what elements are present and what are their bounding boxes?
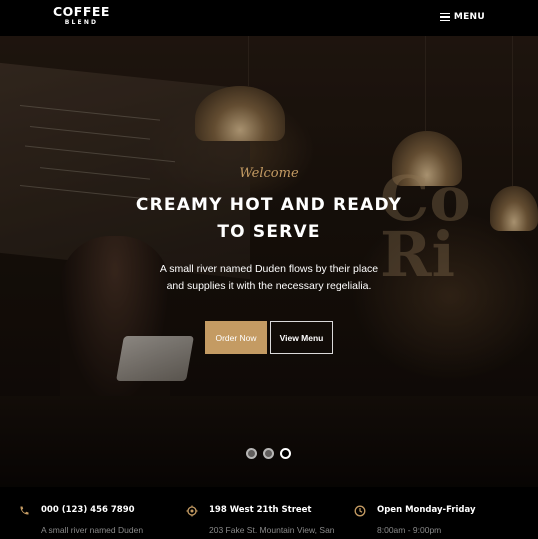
location-icon: [186, 505, 198, 517]
slider-dot-2[interactable]: [263, 448, 274, 459]
slider-dot-3[interactable]: [280, 448, 291, 459]
menu-toggle-button[interactable]: MENU: [439, 12, 485, 22]
hero-subtext-line2: and supplies it with the necessary regel…: [166, 280, 372, 292]
slider-dots: [246, 448, 291, 459]
info-address-desc: 203 Fake St. Mountain View, San: [209, 525, 335, 535]
hero-headline: CREAMY HOT AND READY TO SERVE: [0, 192, 538, 246]
menu-label: MENU: [453, 12, 485, 22]
clock-icon: [354, 505, 366, 517]
info-bar: 000 (123) 456 7890 A small river named D…: [0, 487, 538, 539]
hero-headline-line1: CREAMY HOT AND READY: [135, 195, 403, 215]
info-hours-desc: 8:00am - 9:00pm: [377, 525, 442, 535]
order-now-button[interactable]: Order Now: [205, 321, 267, 354]
navbar: COFFEE BLEND MENU: [0, 0, 538, 36]
hero-subtext: A small river named Duden flows by their…: [0, 261, 538, 295]
phone-icon: [20, 506, 29, 515]
hero-welcome: Welcome: [239, 166, 299, 181]
hero-slider: Co Ri Welcome CREAMY HOT AND READY TO SER…: [0, 36, 538, 487]
info-phone-title: 000 (123) 456 7890: [41, 505, 135, 515]
brand-main-text: COFFEE: [53, 4, 110, 19]
slider-dot-1[interactable]: [246, 448, 257, 459]
hero-headline-line2: TO SERVE: [217, 222, 321, 242]
brand-sub-text: BLEND: [64, 18, 99, 26]
info-hours-title: Open Monday-Friday: [377, 505, 476, 515]
hamburger-icon: [439, 13, 450, 21]
brand-logo[interactable]: COFFEE BLEND: [53, 4, 110, 26]
hero-subtext-line1: A small river named Duden flows by their…: [159, 263, 379, 275]
info-phone-desc: A small river named Duden: [41, 525, 144, 535]
info-address-title: 198 West 21th Street: [209, 505, 312, 515]
view-menu-button[interactable]: View Menu: [270, 321, 333, 354]
